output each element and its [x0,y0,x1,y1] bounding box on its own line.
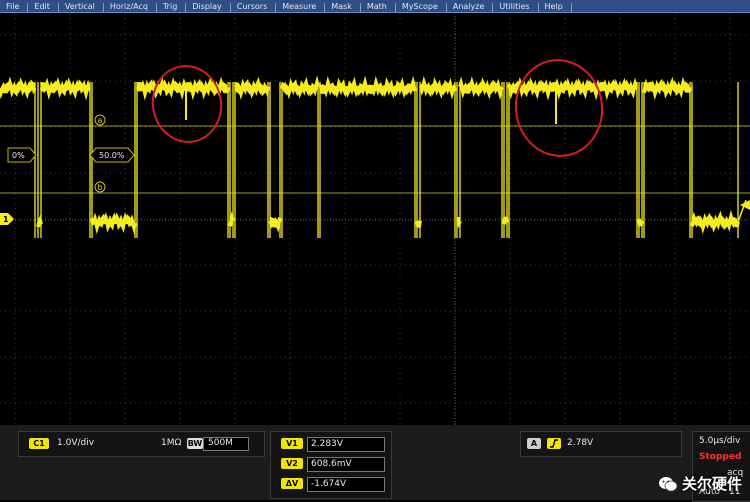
v2-box: 608.6mV [307,457,385,472]
rising-edge-icon [550,439,558,448]
delta-v-box: -1.674V [307,477,385,492]
menu-analyze[interactable]: Analyze [447,3,494,12]
menu-help[interactable]: Help [539,3,572,12]
menu-horiz-acq[interactable]: Horiz/Acq [104,3,157,12]
ch1-marker-label: 1 [3,215,9,224]
delta-v-value: -1.674V [311,479,347,489]
menu-trig[interactable]: Trig [157,3,187,12]
input-impedance: 1MΩ [161,438,182,448]
menu-measure[interactable]: Measure [276,3,326,12]
watermark-text: 关尔硬件 [681,475,742,493]
menu-edit[interactable]: Edit [28,3,59,12]
trigger-level: 2.78V [567,438,594,448]
scope-display[interactable]: a b 0% 50.0% 1 [0,13,750,425]
channel-panel[interactable]: C1 1.0V/div 1MΩ BW 500M [18,431,265,457]
cursor-b-label: b [97,183,102,192]
menu-myscope[interactable]: MyScope [396,3,447,12]
menu-cursors[interactable]: Cursors [231,3,277,12]
delta-v-chip: ΔV [281,478,303,489]
bandwidth-value: 500M [208,438,233,448]
channel-chip[interactable]: C1 [29,438,49,449]
volts-per-div: 1.0V/div [57,438,95,448]
menu-math[interactable]: Math [361,3,396,12]
trigger-slope-chip [547,438,561,449]
level-mid-label: 50.0% [99,151,125,160]
v1-box: 2.283V [307,437,385,452]
menu-bar: File Edit Vertical Horiz/Acq Trig Display Curs… [0,0,750,13]
watermark: 关尔硬件 [658,473,742,494]
menu-vertical[interactable]: Vertical [59,3,104,12]
cursor-a-label: a [98,116,103,125]
bandwidth-chip: BW [187,438,203,449]
status-bar: C1 1.0V/div 1MΩ BW 500M V1 2.283V V2 608… [0,425,750,502]
timebase-value: 5.0μs/div [699,436,741,446]
menu-display[interactable]: Display [186,3,231,12]
menu-mask[interactable]: Mask [325,3,361,12]
acquisition-status: Stopped [699,452,742,462]
bandwidth-value-box: 500M [203,437,249,451]
annotation-circle-right [514,59,604,157]
level-left-label: 0% [12,151,25,160]
v1-value: 2.283V [311,439,343,449]
v1-chip: V1 [281,438,303,449]
wechat-icon [658,476,678,492]
trigger-panel[interactable]: A 2.78V [520,431,682,457]
v2-value: 608.6mV [311,459,352,469]
menu-file[interactable]: File [0,3,29,12]
menu-utilities[interactable]: Utilities [493,3,539,12]
cursor-readout-panel: V1 2.283V V2 608.6mV ΔV -1.674V [270,431,392,499]
trigger-source-chip[interactable]: A [527,438,541,449]
v2-chip: V2 [281,458,303,469]
